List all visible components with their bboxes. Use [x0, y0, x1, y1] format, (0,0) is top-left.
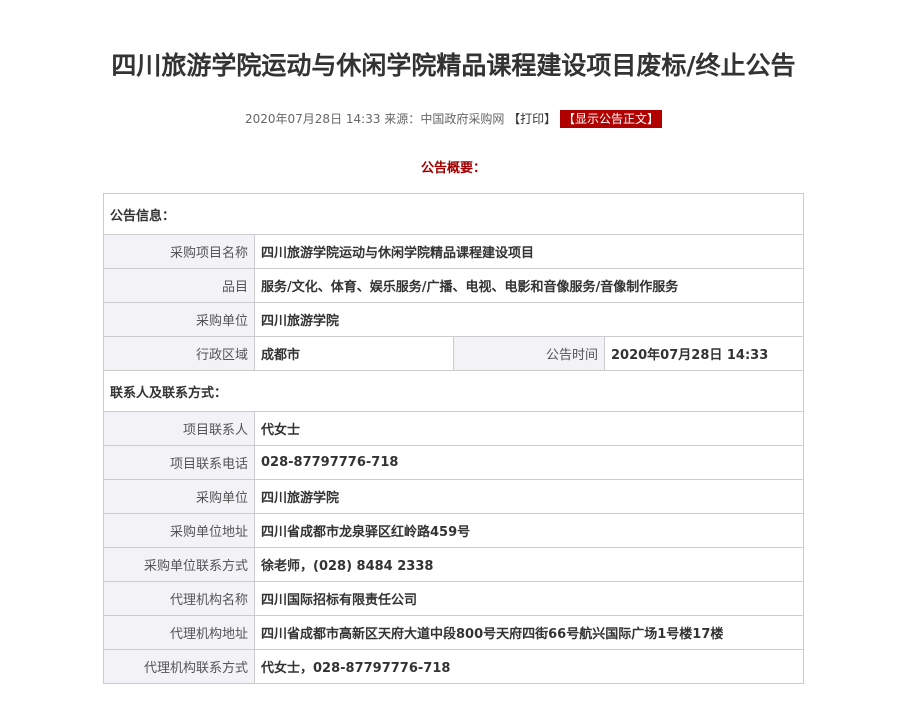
table-row: 采购单位 四川旅游学院 — [103, 479, 805, 514]
table-row: 代理机构名称 四川国际招标有限责任公司 — [103, 581, 805, 616]
agency-name-value: 四川国际招标有限责任公司 — [253, 581, 805, 616]
field-label: 代理机构地址 — [103, 615, 255, 650]
field-label: 采购单位地址 — [103, 513, 255, 548]
table-row: 代理机构联系方式 代女士，028-87797776-718 — [103, 649, 805, 684]
region-value: 成都市 — [254, 336, 454, 371]
table-row: 采购单位地址 四川省成都市龙泉驿区红岭路459号 — [103, 513, 805, 548]
table-row: 品目 服务/文化、体育、娱乐服务/广播、电视、电影和音像服务/音像制作服务 — [103, 268, 805, 303]
announcement-info-table: 公告信息： 采购项目名称 四川旅游学院运动与休闲学院精品课程建设项目 品目 服务… — [102, 193, 805, 684]
section-heading-info: 公告信息： — [102, 193, 805, 235]
field-label: 项目联系电话 — [103, 445, 255, 480]
field-label: 采购单位联系方式 — [103, 547, 255, 582]
table-row: 采购单位联系方式 徐老师，(028) 8484 2338 — [103, 547, 805, 582]
section-heading-contact: 联系人及联系方式： — [102, 370, 805, 412]
agency-contact-value: 代女士，028-87797776-718 — [253, 649, 805, 684]
publish-datetime: 2020年07月28日 14:33 — [244, 112, 381, 126]
table-row: 联系人及联系方式： — [102, 370, 805, 412]
project-name-value: 四川旅游学院运动与休闲学院精品课程建设项目 — [253, 234, 805, 269]
show-full-text-button[interactable]: 【显示公告正文】 — [560, 110, 663, 128]
category-value: 服务/文化、体育、娱乐服务/广播、电视、电影和音像服务/音像制作服务 — [253, 268, 805, 303]
table-row: 项目联系电话 028-87797776-718 — [103, 445, 805, 480]
field-label: 采购单位 — [103, 302, 255, 337]
field-label: 代理机构联系方式 — [103, 649, 255, 684]
page-title: 四川旅游学院运动与休闲学院精品课程建设项目废标/终止公告 — [111, 51, 796, 80]
source-name: 中国政府采购网 — [420, 112, 505, 126]
table-row: 项目联系人 代女士 — [103, 411, 805, 446]
field-label: 采购项目名称 — [103, 234, 255, 269]
table-row: 采购项目名称 四川旅游学院运动与休闲学院精品课程建设项目 — [103, 234, 805, 269]
project-phone-value: 028-87797776-718 — [253, 445, 805, 480]
table-row: 采购单位 四川旅游学院 — [103, 302, 805, 337]
publish-time-value: 2020年07月28日 14:33 — [603, 336, 805, 371]
table-row: 行政区域 成都市 公告时间 2020年07月28日 14:33 — [103, 336, 805, 371]
table-row: 公告信息： — [102, 193, 805, 235]
field-label: 行政区域 — [103, 336, 255, 371]
contact-purchaser-value: 四川旅游学院 — [253, 479, 805, 514]
field-label: 代理机构名称 — [103, 581, 255, 616]
source-label: 来源： — [384, 112, 421, 126]
field-label: 项目联系人 — [103, 411, 255, 446]
field-label: 采购单位 — [103, 479, 255, 514]
field-label: 公告时间 — [453, 336, 605, 371]
agency-address-value: 四川省成都市高新区天府大道中段800号天府四街66号航兴国际广场1号楼17楼 — [253, 615, 805, 650]
field-label: 品目 — [103, 268, 255, 303]
summary-heading: 公告概要： — [420, 161, 486, 176]
project-contact-value: 代女士 — [253, 411, 805, 446]
purchaser-contact-value: 徐老师，(028) 8484 2338 — [253, 547, 805, 582]
print-link[interactable]: 【打印】 — [508, 112, 556, 126]
meta-line: 2020年07月28日 14:33 来源：中国政府采购网 【打印】 【显示公告正… — [0, 110, 907, 128]
purchaser-value: 四川旅游学院 — [253, 302, 805, 337]
table-row: 代理机构地址 四川省成都市高新区天府大道中段800号天府四街66号航兴国际广场1… — [103, 615, 805, 650]
purchaser-address-value: 四川省成都市龙泉驿区红岭路459号 — [253, 513, 805, 548]
